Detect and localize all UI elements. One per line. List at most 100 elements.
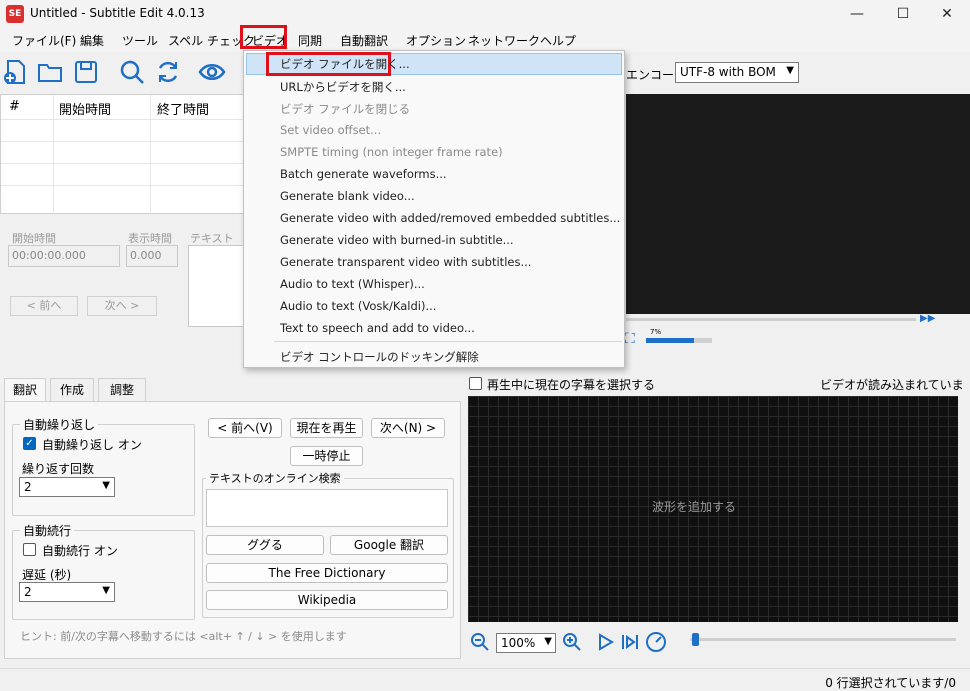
duration-input[interactable]: 0.000 [126,245,178,267]
close-button[interactable]: ✕ [924,0,970,28]
tab-create[interactable]: 作成 [50,378,94,402]
menu-item-generate-transparent-video[interactable]: Generate transparent video with subtitle… [280,255,531,269]
waveform-position-thumb[interactable] [692,633,699,646]
delay-select[interactable]: 2 ▼ [19,582,115,602]
volume-fill [646,338,695,343]
menu-item-generate-embedded-subs-video[interactable]: Generate video with added/removed embedd… [280,211,620,225]
menu-item-set-video-offset: Set video offset... [280,123,382,137]
app-icon: SE [6,5,24,23]
google-search-button[interactable]: ググる [206,535,324,555]
maximize-button[interactable]: ☐ [880,0,926,28]
edit-next-button[interactable]: 次へ > [87,296,157,316]
volume-label: 7% [650,328,662,336]
encoding-value: UTF-8 with BOM [680,65,776,79]
prev-button[interactable]: < 前へ(V) [208,418,282,438]
menu-item-smpte-timing: SMPTE timing (non integer frame rate) [280,145,503,159]
volume-slider[interactable] [646,338,712,343]
fullscreen-icon[interactable]: ⛶ [625,331,635,347]
menu-network[interactable]: ネットワーク [466,32,542,49]
col-number-header: # [9,99,20,114]
auto-repeat-on-label: 自動繰り返し オン [42,438,142,452]
tab-adjust[interactable]: 調整 [98,378,146,402]
auto-continue-title: 自動続行 [20,522,75,539]
menu-item-audio-to-text-vosk[interactable]: Audio to text (Vosk/Kaldi)... [280,299,436,313]
menu-sync[interactable]: 同期 [296,32,324,49]
zoom-value: 100% [501,636,536,650]
chevron-down-icon: ▼ [544,636,552,647]
google-translate-button[interactable]: Google 翻訳 [330,535,448,555]
delay-value: 2 [24,585,32,599]
menu-item-open-video-url[interactable]: URLからビデオを開く... [280,79,406,95]
menu-file[interactable]: ファイル(F) [10,32,78,49]
encoding-select[interactable]: UTF-8 with BOM ▼ [675,62,799,83]
window-title: Untitled - Subtitle Edit 4.0.13 [30,6,205,20]
new-file-icon[interactable] [2,58,30,86]
menu-item-close-video-file: ビデオ ファイルを閉じる [280,102,411,116]
repeat-count-value: 2 [24,480,32,494]
pause-button[interactable]: 一時停止 [290,446,363,466]
menu-item-undock-video-controls[interactable]: ビデオ コントロールのドッキング解除 [280,349,479,365]
speed-icon[interactable] [645,631,667,653]
play-icon[interactable] [596,632,616,652]
menu-item-text-to-speech[interactable]: Text to speech and add to video... [280,321,475,335]
open-folder-icon[interactable] [36,58,64,86]
waveform-panel[interactable]: 波形を追加する [468,396,958,622]
hint-text: ヒント: 前/次の字幕へ移動するには <alt+ ↑ / ↓ > を使用します [20,630,347,643]
menu-item-batch-waveforms[interactable]: Batch generate waveforms... [280,167,447,181]
free-dictionary-button[interactable]: The Free Dictionary [206,563,448,583]
waveform-position-track[interactable] [690,638,956,641]
video-dropdown-menu: ビデオ ファイルを開く... URLからビデオを開く... ビデオ ファイルを閉じる… [243,50,625,368]
eye-icon[interactable] [198,58,226,86]
start-time-input[interactable]: 00:00:00.000 [8,245,120,267]
auto-repeat-title: 自動繰り返し [20,416,99,433]
menu-item-open-video-file[interactable]: ビデオ ファイルを開く... [280,56,410,72]
menu-item-audio-to-text-whisper[interactable]: Audio to text (Whisper)... [280,277,425,291]
title-bar: SE Untitled - Subtitle Edit 4.0.13 — ☐ ✕ [0,0,970,28]
menu-item-generate-burned-in-video[interactable]: Generate video with burned-in subtitle..… [280,233,514,247]
minimize-button[interactable]: — [834,0,880,28]
menu-help[interactable]: ヘルプ [538,32,578,49]
delay-label: 遅延 (秒) [22,568,72,582]
subtitle-grid[interactable]: # 開始時間 終了時間 [0,94,245,215]
search-text-box[interactable] [206,489,448,527]
select-current-checkbox[interactable] [469,377,482,390]
duration-label: 表示時間 [128,232,172,245]
play-selection-icon[interactable] [620,632,640,652]
col-start-header: 開始時間 [59,103,112,118]
search-icon[interactable] [118,58,146,86]
menu-item-generate-blank-video[interactable]: Generate blank video... [280,189,415,203]
menu-tools[interactable]: ツール [120,32,160,49]
video-position-track[interactable] [626,318,916,321]
chevron-down-icon: ▼ [786,65,794,76]
save-icon[interactable] [72,58,100,86]
status-text: 0 行選択されています/0 [825,676,956,690]
tab-translate[interactable]: 翻訳 [4,378,46,402]
chevron-down-icon: ▼ [102,480,110,491]
fast-forward-icon[interactable]: ▶▶ [920,313,935,324]
menu-separator [274,341,622,342]
zoom-select[interactable]: 100% ▼ [496,633,556,653]
replace-icon[interactable] [154,58,182,86]
menu-options[interactable]: オプション [404,32,468,49]
video-player[interactable] [626,94,970,314]
next-button[interactable]: 次へ(N) > [371,418,445,438]
auto-continue-checkbox[interactable] [23,543,36,556]
edit-prev-button[interactable]: < 前へ [10,296,78,316]
zoom-out-icon[interactable] [470,632,490,652]
menu-auto-translate[interactable]: 自動翻訳 [338,32,390,49]
menu-edit[interactable]: 編集 [78,32,106,49]
status-bar: 0 行選択されています/0 [0,668,970,691]
repeat-count-label: 繰り返す回数 [22,462,95,476]
repeat-count-select[interactable]: 2 ▼ [19,477,115,497]
online-search-title: テキストのオンライン検索 [206,470,344,486]
wikipedia-button[interactable]: Wikipedia [206,590,448,610]
subtitle-text-box[interactable] [188,245,244,327]
start-time-label: 開始時間 [12,232,56,245]
chevron-down-icon: ▼ [102,585,110,596]
text-label: テキスト [190,232,234,245]
auto-repeat-checkbox[interactable]: ✓ [23,437,36,450]
auto-continue-on-label: 自動続行 オン [42,544,118,558]
add-waveform-label[interactable]: 波形を追加する [652,498,736,515]
play-current-button[interactable]: 現在を再生 [290,418,363,438]
zoom-in-icon[interactable] [562,632,582,652]
